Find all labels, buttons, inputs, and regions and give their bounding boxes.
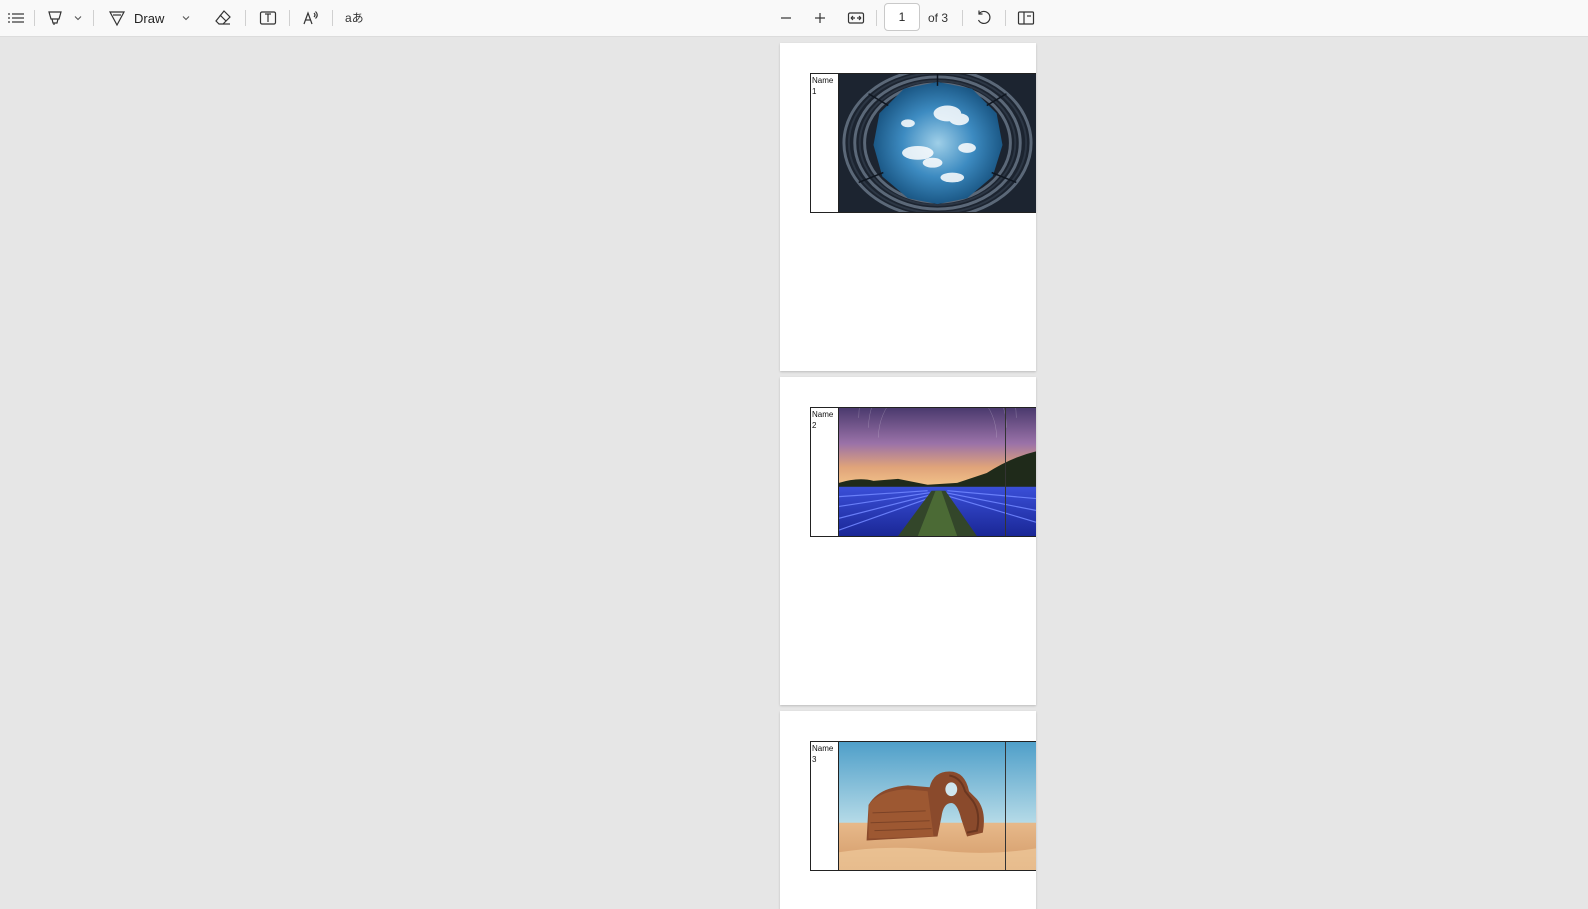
document-page-1: Name 1 [780,43,1036,371]
highlight-options-button[interactable] [70,0,86,36]
rotate-button[interactable] [972,0,996,36]
page-number-input[interactable] [884,3,920,31]
card-number-label: 1 [812,87,817,96]
card-label-2: Name 2 [811,408,839,536]
card-name-label: Name [812,410,834,419]
text-box-button[interactable] [256,0,280,36]
contents-icon [8,13,24,23]
fit-width-button[interactable] [844,0,868,36]
draw-icon [108,11,126,27]
read-aloud-button[interactable] [299,0,323,36]
document-viewer[interactable]: Name 1 Name 2 Name 3 [0,37,1588,909]
contents-button[interactable] [4,0,28,36]
eraser-button[interactable] [212,0,234,36]
zoom-out-button[interactable] [776,0,796,36]
desert-rock-arch-photo [839,742,1036,870]
eraser-icon [215,10,231,25]
zoom-in-button[interactable] [810,0,830,36]
card-label-3: Name 3 [811,742,839,870]
draw-options-button[interactable] [178,0,194,36]
document-page-3: Name 3 [780,711,1036,909]
draw-button[interactable]: Draw [108,0,174,36]
page-view-button[interactable] [1014,0,1038,36]
toolbar: Draw aあ 1 of 3 [0,0,1588,37]
fit-width-icon [847,12,865,24]
photo-card-3: Name 3 [810,741,1036,871]
lavender-field-night-photo [839,408,1036,536]
card-name-label: Name [812,76,834,85]
highlight-icon [48,11,62,25]
card-number-label: 3 [812,755,817,764]
photo-card-1: Name 1 [810,73,1036,213]
zoom-out-icon [781,17,791,19]
card-label-1: Name 1 [811,74,839,212]
zoom-in-icon [815,13,825,23]
page-count-label: of 3 [928,11,949,25]
sky-through-building-photo [839,74,1036,212]
card-number-label: 2 [812,421,817,430]
photo-card-2: Name 2 [810,407,1036,537]
photo-divider [1005,408,1006,536]
highlight-button[interactable] [44,0,66,36]
photo-divider [1005,742,1006,870]
card-name-label: Name [812,744,834,753]
chevron-down-icon [74,16,82,21]
rotate-icon [977,10,991,24]
translate-icon: aあ [345,11,364,25]
text-box-icon [259,11,277,25]
svg-text:aあ: aあ [345,11,364,25]
page-view-icon [1017,11,1035,25]
translate-button[interactable]: aあ [341,0,367,36]
document-page-2: Name 2 [780,377,1036,705]
read-aloud-icon [303,11,318,25]
chevron-down-icon [182,16,190,21]
draw-label: Draw [134,10,165,26]
